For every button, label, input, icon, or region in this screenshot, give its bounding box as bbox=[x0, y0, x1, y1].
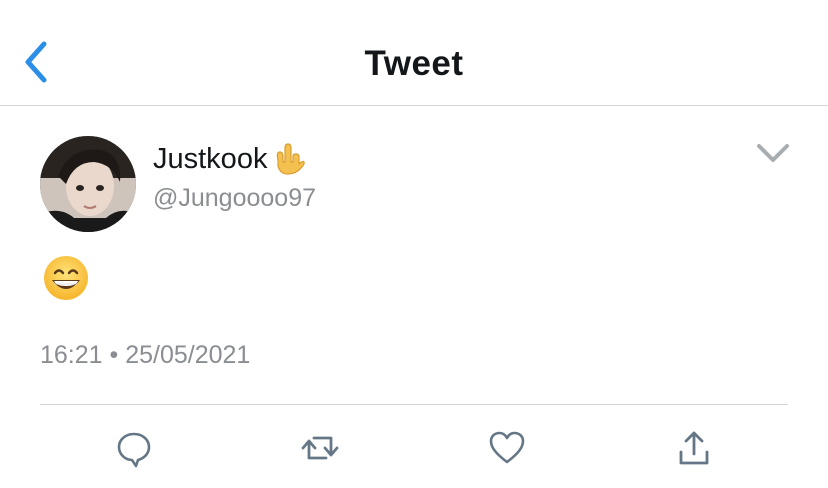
display-name[interactable]: Justkook bbox=[153, 140, 308, 178]
page-title: Tweet bbox=[364, 44, 464, 83]
reply-button[interactable] bbox=[114, 428, 154, 468]
tweet-text bbox=[42, 254, 90, 302]
like-button[interactable] bbox=[487, 428, 527, 468]
navigation-bar: Tweet bbox=[0, 0, 828, 106]
display-name-text: Justkook bbox=[153, 142, 268, 175]
share-button[interactable] bbox=[674, 428, 714, 468]
more-options-button[interactable] bbox=[754, 140, 792, 166]
tweet-timestamp: 16:21 • 25/05/2021 bbox=[40, 341, 251, 369]
user-handle[interactable]: @Jungoooo97 bbox=[153, 184, 316, 213]
chevron-down-icon bbox=[757, 144, 789, 162]
grinning-face-with-smiling-eyes-emoji bbox=[44, 256, 88, 300]
avatar-photo bbox=[40, 136, 136, 232]
heart-icon bbox=[489, 431, 525, 464]
reply-icon bbox=[117, 432, 151, 468]
retweet-icon bbox=[301, 436, 339, 460]
divider bbox=[40, 404, 788, 405]
avatar[interactable] bbox=[40, 136, 136, 232]
share-icon bbox=[679, 431, 709, 465]
retweet-button[interactable] bbox=[300, 428, 340, 468]
sign-of-the-horns-emoji bbox=[270, 140, 308, 178]
